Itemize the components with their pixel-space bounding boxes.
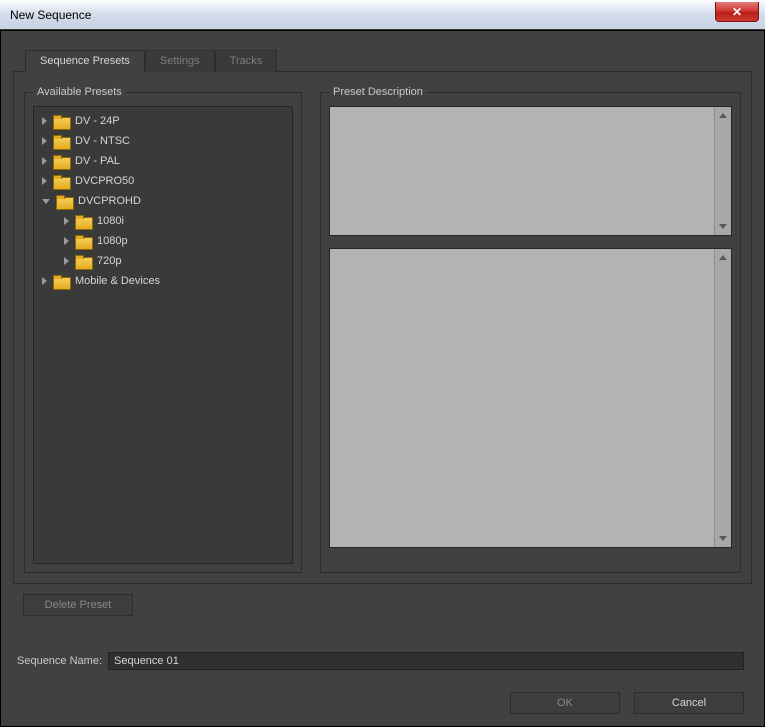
folder-icon (75, 255, 91, 268)
preset-description-group: Preset Description (320, 86, 741, 573)
chevron-right-icon[interactable] (64, 217, 69, 225)
folder-icon (53, 275, 69, 288)
chevron-down-icon (719, 224, 727, 229)
window-close-button[interactable]: ✕ (715, 2, 759, 22)
folder-icon (53, 115, 69, 128)
tree-item-label: DV - 24P (75, 115, 120, 127)
chevron-right-icon[interactable] (42, 117, 47, 125)
chevron-right-icon[interactable] (42, 177, 47, 185)
chevron-right-icon[interactable] (64, 237, 69, 245)
tree-item[interactable]: 1080i (36, 211, 290, 231)
tab-sequence-presets[interactable]: Sequence Presets (25, 50, 145, 72)
chevron-down-icon[interactable] (42, 199, 50, 204)
folder-icon (75, 235, 91, 248)
preset-description-heading: Preset Description (329, 86, 427, 98)
available-presets-group: Available Presets DV - 24PDV - NTSCDV - … (24, 86, 302, 573)
tree-item[interactable]: DV - 24P (36, 111, 290, 131)
tree-item[interactable]: DVCPRO50 (36, 171, 290, 191)
tab-settings[interactable]: Settings (145, 50, 215, 72)
tree-item-label: DVCPRO50 (75, 175, 134, 187)
preset-tree[interactable]: DV - 24P DV - NTSC DV - PAL DVCPRO50 DVCPROH… (33, 106, 293, 564)
tab-tracks[interactable]: Tracks (215, 50, 278, 72)
ok-button[interactable]: OK (510, 692, 620, 714)
tree-item-label: DVCPROHD (78, 195, 141, 207)
window-titlebar: New Sequence ✕ (0, 0, 765, 30)
tree-item-label: DV - NTSC (75, 135, 130, 147)
tree-item[interactable]: DV - PAL (36, 151, 290, 171)
chevron-right-icon[interactable] (42, 157, 47, 165)
window-title: New Sequence (10, 8, 91, 22)
sequence-name-label: Sequence Name: (17, 655, 102, 667)
tree-item[interactable]: 720p (36, 251, 290, 271)
detail-scrollbar[interactable] (714, 249, 731, 547)
scroll-down-button[interactable] (715, 530, 731, 547)
tab-content: Available Presets DV - 24PDV - NTSCDV - … (13, 72, 752, 584)
chevron-down-icon (719, 536, 727, 541)
scroll-down-button[interactable] (715, 218, 731, 235)
chevron-right-icon[interactable] (42, 277, 47, 285)
folder-icon (53, 175, 69, 188)
dialog-body: Sequence Presets Settings Tracks Availab… (0, 30, 765, 727)
folder-icon (56, 195, 72, 208)
chevron-right-icon[interactable] (42, 137, 47, 145)
available-presets-heading: Available Presets (33, 86, 126, 98)
description-scrollbar[interactable] (714, 107, 731, 235)
scroll-up-button[interactable] (715, 107, 731, 124)
tab-bar: Sequence Presets Settings Tracks (13, 49, 752, 72)
chevron-up-icon (719, 255, 727, 260)
cancel-button[interactable]: Cancel (634, 692, 744, 714)
tree-item[interactable]: DVCPROHD (36, 191, 290, 211)
tree-item[interactable]: Mobile & Devices (36, 271, 290, 291)
tree-item[interactable]: 1080p (36, 231, 290, 251)
delete-preset-button[interactable]: Delete Preset (23, 594, 133, 616)
folder-icon (75, 215, 91, 228)
folder-icon (53, 155, 69, 168)
dialog-button-row: OK Cancel (13, 692, 744, 714)
chevron-right-icon[interactable] (64, 257, 69, 265)
scroll-up-button[interactable] (715, 249, 731, 266)
tree-item[interactable]: DV - NTSC (36, 131, 290, 151)
chevron-up-icon (719, 113, 727, 118)
sequence-name-input[interactable] (108, 652, 744, 670)
tree-item-label: DV - PAL (75, 155, 120, 167)
tree-item-label: 1080i (97, 215, 124, 227)
delete-preset-row: Delete Preset (13, 584, 752, 616)
tree-item-label: Mobile & Devices (75, 275, 160, 287)
close-icon: ✕ (732, 5, 742, 19)
tree-item-label: 720p (97, 255, 121, 267)
folder-icon (53, 135, 69, 148)
preset-description-text (329, 106, 732, 236)
tree-item-label: 1080p (97, 235, 128, 247)
sequence-name-row: Sequence Name: (17, 652, 744, 670)
preset-detail-text (329, 248, 732, 548)
